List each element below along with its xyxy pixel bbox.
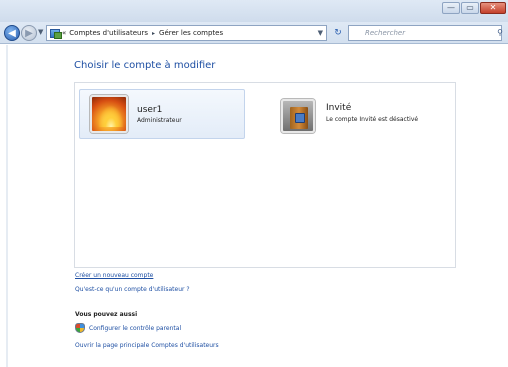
window-controls: — ▭ ✕ bbox=[442, 2, 506, 14]
account-status: Le compte Invité est désactivé bbox=[326, 116, 419, 123]
minimize-button[interactable]: — bbox=[442, 2, 460, 14]
account-name[interactable]: Invité bbox=[326, 103, 351, 113]
search-input[interactable]: Rechercher ⚲ bbox=[348, 25, 503, 41]
parental-controls-link[interactable]: Configurer le contrôle parental bbox=[89, 325, 181, 332]
user-avatar-flower-icon[interactable] bbox=[90, 95, 128, 133]
breadcrumb-separator[interactable]: ▸ bbox=[152, 30, 155, 37]
control-panel-icon bbox=[50, 28, 62, 39]
refresh-icon[interactable]: ↻ bbox=[330, 25, 346, 41]
search-placeholder: Rechercher bbox=[365, 29, 406, 37]
address-bar[interactable]: « Comptes d'utilisateurs ▸ Gérer les com… bbox=[46, 25, 327, 41]
user-accounts-window: — ▭ ✕ ◀ ▶ ▼ « Comptes d'utilisateurs ▸ G… bbox=[0, 0, 508, 367]
forward-arrow-icon[interactable]: ▶ bbox=[21, 25, 37, 41]
left-divider bbox=[6, 45, 8, 367]
recent-pages-dropdown-icon[interactable]: ▼ bbox=[38, 28, 43, 36]
maximize-button[interactable]: ▭ bbox=[461, 2, 479, 14]
back-arrow-icon[interactable]: ◀ bbox=[4, 25, 20, 41]
title-bar: — ▭ ✕ bbox=[0, 0, 508, 22]
address-dropdown-icon[interactable]: ▼ bbox=[318, 29, 323, 37]
parental-shield-icon bbox=[75, 323, 85, 333]
breadcrumb-item-manage-accounts[interactable]: Gérer les comptes bbox=[159, 29, 223, 37]
what-is-account-link[interactable]: Qu'est-ce qu'un compte d'utilisateur ? bbox=[75, 286, 190, 293]
breadcrumb-overflow[interactable]: « bbox=[62, 29, 66, 37]
account-name[interactable]: user1 bbox=[137, 105, 162, 115]
guest-avatar-icon[interactable] bbox=[281, 99, 315, 133]
page-title: Choisir le compte à modifier bbox=[74, 60, 216, 71]
create-account-link[interactable]: Créer un nouveau compte bbox=[75, 272, 153, 279]
navigation-bar: ◀ ▶ ▼ « Comptes d'utilisateurs ▸ Gérer l… bbox=[0, 22, 508, 44]
search-icon[interactable]: ⚲ bbox=[497, 28, 503, 37]
breadcrumb-item-user-accounts[interactable]: Comptes d'utilisateurs bbox=[69, 29, 148, 37]
account-type: Administrateur bbox=[137, 117, 182, 124]
close-button[interactable]: ✕ bbox=[480, 2, 506, 14]
user-accounts-main-page-link[interactable]: Ouvrir la page principale Comptes d'util… bbox=[75, 342, 219, 349]
see-also-title: Vous pouvez aussi bbox=[75, 311, 138, 318]
